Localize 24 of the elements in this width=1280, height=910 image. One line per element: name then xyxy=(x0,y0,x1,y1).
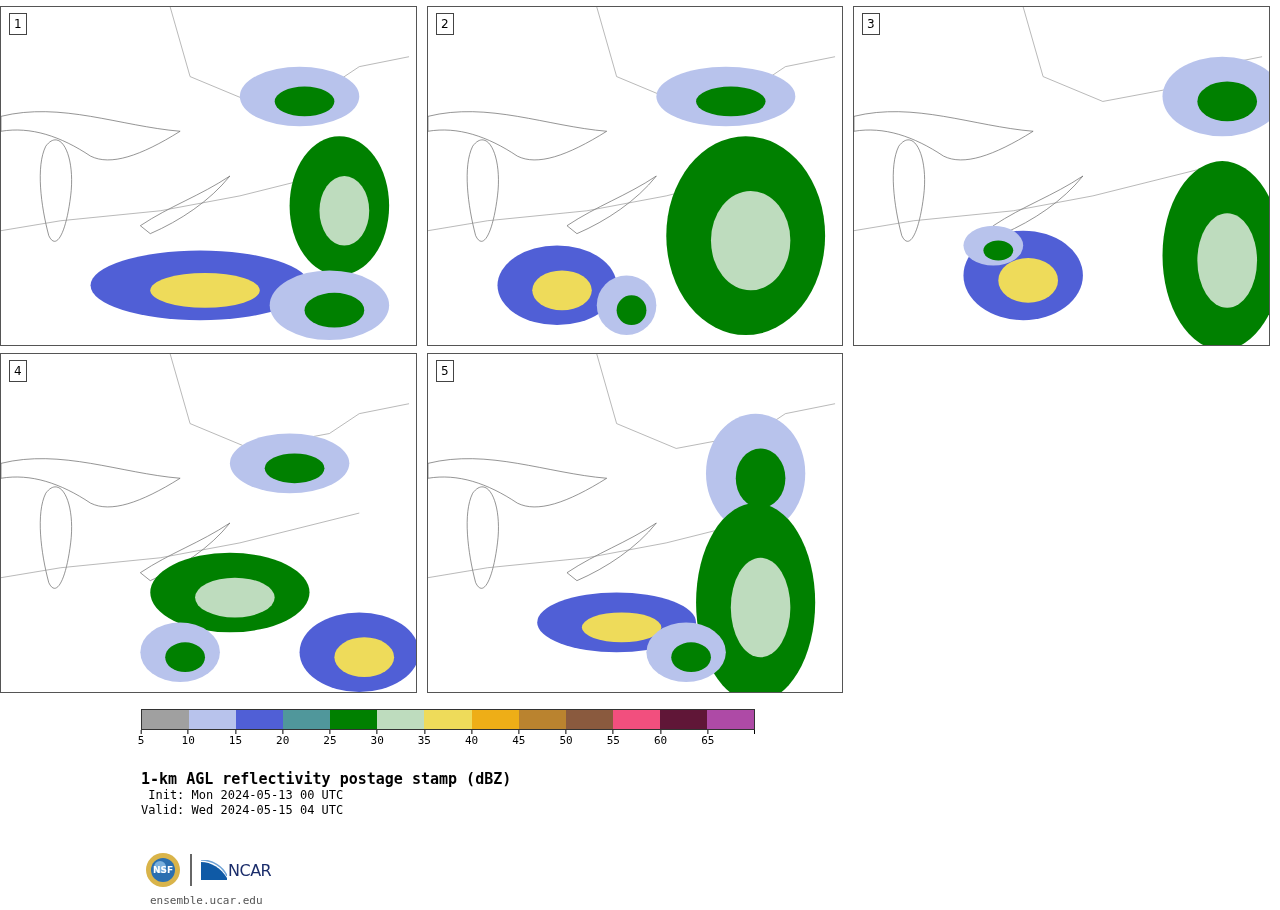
panel-number: 2 xyxy=(436,13,454,35)
tick-label: 25 xyxy=(323,734,337,747)
tick-label: 40 xyxy=(465,734,479,747)
ncar-logo: NCAR xyxy=(201,860,272,880)
panel-number: 4 xyxy=(9,360,27,382)
tick-label: 60 xyxy=(653,734,668,747)
tick-label: 45 xyxy=(512,734,526,747)
website-url: ensemble.ucar.edu xyxy=(149,894,264,907)
panel-number: 3 xyxy=(862,13,880,35)
tick-label: 50 xyxy=(559,734,573,747)
tick-label: 35 xyxy=(417,734,431,747)
panel-number: 1 xyxy=(9,13,27,35)
valid-time: Valid: Wed 2024-05-15 04 UTC xyxy=(141,803,345,818)
tick-label: 30 xyxy=(370,734,384,747)
nsf-logo: NSF xyxy=(145,852,181,888)
chart-title: 1-km AGL reflectivity postage stamp (dBZ) xyxy=(141,770,513,788)
init-time: Init: Mon 2024-05-13 00 UTC xyxy=(147,788,345,803)
tick-label: 65 xyxy=(701,734,715,747)
tick-label: 5 xyxy=(137,734,145,747)
tick-label: 15 xyxy=(228,734,243,747)
panel-number: 5 xyxy=(436,360,454,382)
tick-label: 20 xyxy=(276,734,290,747)
tick-label: 10 xyxy=(181,734,195,747)
tick-label: 55 xyxy=(606,734,620,747)
